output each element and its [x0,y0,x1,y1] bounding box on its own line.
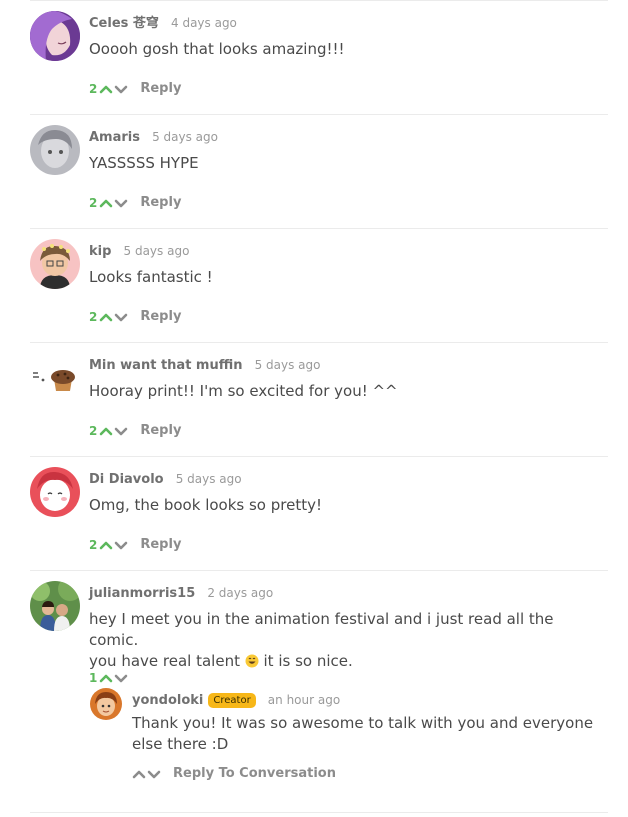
comment-text: Omg, the book looks so pretty! [89,496,322,514]
vote-controls: 2 Reply [89,195,181,210]
comment-text: Hooray print!! I'm so excited for you! ^… [89,382,398,400]
vote-controls: 2 Reply [89,423,181,438]
creator-badge: Creator [208,693,256,708]
comment-text: hey I meet you in the animation festival… [89,609,599,672]
upvote-arrow-icon[interactable] [99,84,113,94]
avatar[interactable] [30,353,80,403]
vote-count: 2 [89,309,98,324]
comment-text: YASSSSS HYPE [89,154,199,172]
avatar[interactable] [30,581,80,631]
reply-button[interactable]: Reply [140,195,181,210]
comment-timestamp: 5 days ago [123,244,190,258]
upvote-arrow-icon[interactable] [99,312,113,322]
divider [30,812,608,813]
vote-count: 2 [89,423,98,438]
reply-text: Thank you! It was so awesome to talk wit… [132,714,594,753]
downvote-arrow-icon[interactable] [114,540,128,550]
vote-controls: 2 Reply [89,81,181,96]
reply-button[interactable]: Reply [140,537,181,552]
comment: Amaris 5 days ago YASSSSS HYPE 2 Reply [30,114,608,228]
comment-list: Celes 苍穹 4 days ago Ooooh gosh that look… [0,0,628,817]
vote-controls: 2 Reply [89,537,181,552]
comment-author[interactable]: Min want that muffin [89,358,243,373]
comment: julianmorris15 2 days ago hey I meet you… [30,570,608,817]
comment: kip 5 days ago Looks fantastic ! 2 Reply [30,228,608,342]
downvote-arrow-icon[interactable] [114,198,128,208]
reply-to-conversation-button[interactable]: Reply To Conversation [173,766,336,781]
vote-controls: 2 Reply [89,309,181,324]
upvote-arrow-icon[interactable] [99,540,113,550]
upvote-arrow-icon[interactable] [99,426,113,436]
grinning-emoji-icon [245,654,259,668]
comment-author[interactable]: Celes 苍穹 [89,16,159,31]
downvote-arrow-icon[interactable] [114,84,128,94]
downvote-arrow-icon[interactable] [114,426,128,436]
upvote-arrow-icon[interactable] [132,769,146,779]
comment-text: Looks fantastic ! [89,268,213,286]
reply-author[interactable]: yondoloki [132,693,203,708]
comment: Celes 苍穹 4 days ago Ooooh gosh that look… [30,0,608,114]
downvote-arrow-icon[interactable] [114,673,128,683]
upvote-arrow-icon[interactable] [99,198,113,208]
comment-timestamp: 4 days ago [171,16,237,30]
vote-count: 1 [89,671,98,685]
comment-timestamp: 5 days ago [175,472,242,486]
avatar[interactable] [90,688,122,720]
comment-text-line: you have real talent [89,652,240,670]
comment-timestamp: 5 days ago [254,358,321,372]
vote-controls: 1 [89,671,128,685]
avatar[interactable] [30,11,80,61]
vote-count: 2 [89,81,98,96]
avatar[interactable] [30,239,80,289]
reply-button[interactable]: Reply [140,81,181,96]
reply-timestamp: an hour ago [267,693,341,707]
comment-author[interactable]: julianmorris15 [89,586,195,601]
vote-controls: Reply To Conversation [132,766,336,781]
comment: Di Diavolo 5 days ago Omg, the book look… [30,456,608,570]
comment-author[interactable]: Amaris [89,130,140,145]
comment-timestamp: 2 days ago [207,586,274,600]
comment-author[interactable]: Di Diavolo [89,472,164,487]
comment-text: Ooooh gosh that looks amazing!!! [89,40,345,58]
comment-text-line: hey I meet you in the animation festival… [89,610,554,649]
comment: Min want that muffin 5 days ago Hooray p… [30,342,608,456]
comment-author[interactable]: kip [89,244,111,259]
avatar[interactable] [30,467,80,517]
avatar[interactable] [30,125,80,175]
comment-text-line: it is so nice. [258,652,353,670]
downvote-arrow-icon[interactable] [147,769,161,779]
reply-button[interactable]: Reply [140,423,181,438]
vote-count: 2 [89,537,98,552]
reply-button[interactable]: Reply [140,309,181,324]
downvote-arrow-icon[interactable] [114,312,128,322]
upvote-arrow-icon[interactable] [99,673,113,683]
comment-timestamp: 5 days ago [152,130,218,144]
vote-count: 2 [89,195,98,210]
